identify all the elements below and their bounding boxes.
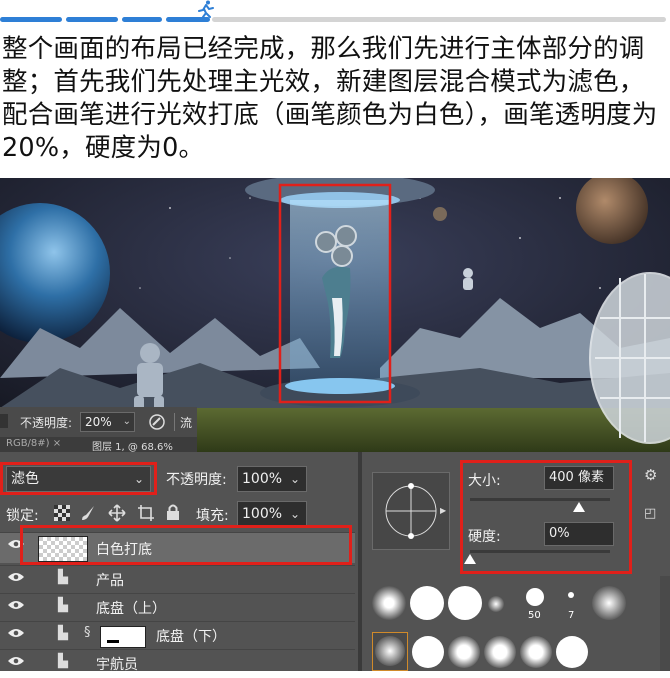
- brush-preset-hard[interactable]: [410, 586, 444, 620]
- scrollbar[interactable]: [660, 576, 670, 671]
- layer-name: 底盘（下）: [156, 629, 226, 645]
- lock-icon[interactable]: [166, 504, 180, 521]
- smart-object-icon: ▙: [58, 626, 68, 641]
- brush-presets-row: 50 7: [372, 580, 632, 626]
- brush-angle-icon: [385, 483, 437, 539]
- progress-segment: [0, 17, 62, 22]
- document-tab-strip: RGB/8#) × 图层 1, @ 68.6%: [0, 437, 197, 453]
- highlight-box: [0, 462, 157, 495]
- new-preset-icon[interactable]: ◰: [644, 506, 656, 521]
- fill-value: 100%: [242, 506, 283, 522]
- highlight-box: [460, 460, 632, 574]
- layer-opacity-label: 不透明度:: [166, 472, 227, 488]
- options-bar-edge: [0, 414, 8, 428]
- eye-icon[interactable]: [8, 628, 24, 638]
- flip-arrow-icon[interactable]: ▶: [440, 506, 446, 515]
- highlight-box: [20, 525, 352, 565]
- smart-object-icon: ▙: [58, 570, 68, 585]
- eye-icon[interactable]: [8, 656, 24, 666]
- brush-preset-size: 50: [528, 610, 541, 621]
- fill-label: 填充:: [196, 508, 229, 524]
- brush-preset-soft[interactable]: [592, 586, 626, 620]
- chevron-down-icon: ⌄: [289, 507, 300, 521]
- tool-options-bar: 不透明度: 20% ⌄ 流: [0, 407, 197, 437]
- runner-icon: [198, 0, 214, 18]
- options-flow-label: 流: [180, 416, 193, 430]
- chevron-down-icon: ⌄: [122, 416, 131, 427]
- photoshop-panels: 滤色 ⌄ 不透明度: 100% ⌄ 锁定: 填充: 100% ⌄ 白色打底 ▙ …: [0, 452, 670, 673]
- brush-angle-preview[interactable]: [372, 472, 450, 550]
- brush-preset-hard[interactable]: [556, 636, 588, 668]
- layer-name: 底盘（上）: [96, 601, 166, 617]
- layer-row[interactable]: ▙ 产品: [0, 565, 355, 594]
- link-icon: §: [84, 625, 91, 640]
- progress-remaining: [212, 17, 666, 22]
- layer-mask-thumbnail[interactable]: [100, 626, 146, 648]
- options-opacity-field[interactable]: 20% ⌄: [80, 412, 135, 432]
- document-tab[interactable]: 图层 1, @ 68.6%: [92, 438, 173, 453]
- instruction-paragraph: 整个画面的布局已经完成，那么我们先进行主体部分的调整；首先我们先处理主光效，新建…: [2, 34, 658, 163]
- divider: [174, 413, 175, 431]
- eye-icon[interactable]: [8, 572, 24, 582]
- brush-preset-hard[interactable]: [568, 592, 574, 598]
- airbrush-icon[interactable]: [148, 413, 166, 431]
- eye-icon[interactable]: [8, 600, 24, 610]
- brush-preset-hard[interactable]: [448, 586, 482, 620]
- options-opacity-value: 20%: [85, 415, 112, 429]
- brush-preset-size: 7: [568, 610, 575, 621]
- layer-row[interactable]: ▙ 宇航员: [0, 649, 355, 678]
- brush-preset-selected[interactable]: [372, 632, 408, 671]
- progress-bar: [0, 0, 670, 26]
- artboard-lock-icon[interactable]: [138, 505, 154, 521]
- layer-row[interactable]: ▙ § 底盘（下）: [0, 621, 355, 650]
- layer-opacity-value: 100%: [242, 471, 283, 487]
- progress-segment: [66, 17, 118, 22]
- smart-object-icon: ▙: [58, 654, 68, 669]
- layer-row[interactable]: ▙ 底盘（上）: [0, 593, 355, 622]
- lock-label: 锁定:: [6, 508, 39, 524]
- gear-icon[interactable]: ⚙: [644, 466, 657, 484]
- brush-preset-panel: ▶ 大小: 400 像素 硬度: 0% ⚙ ◰ 50 7: [362, 452, 670, 671]
- layer-name: 产品: [96, 573, 124, 589]
- brush-preset-hard[interactable]: [412, 636, 444, 668]
- brush-preset-soft[interactable]: [372, 586, 406, 620]
- brush-preset-soft[interactable]: [448, 636, 480, 668]
- brush-presets-row: [372, 632, 632, 671]
- chevron-down-icon: ⌄: [289, 472, 300, 486]
- layers-panel: 滤色 ⌄ 不透明度: 100% ⌄ 锁定: 填充: 100% ⌄ 白色打底 ▙ …: [0, 452, 358, 673]
- brush-preset-soft[interactable]: [484, 636, 516, 668]
- progress-segment: [122, 17, 162, 22]
- brush-preset-soft[interactable]: [488, 596, 504, 612]
- options-opacity-label: 不透明度:: [20, 416, 73, 430]
- smart-object-icon: ▙: [58, 598, 68, 613]
- brush-preset-soft: [375, 636, 405, 666]
- layer-name: 宇航员: [96, 657, 138, 673]
- brush-lock-icon[interactable]: [80, 505, 96, 521]
- document-tab[interactable]: RGB/8#) ×: [6, 438, 61, 449]
- fill-field[interactable]: 100% ⌄: [237, 501, 307, 527]
- lock-transparent-pixels-icon[interactable]: [54, 505, 70, 521]
- brush-preset-hard[interactable]: [526, 588, 544, 606]
- brush-preset-soft[interactable]: [520, 636, 552, 668]
- layer-opacity-field[interactable]: 100% ⌄: [237, 466, 307, 492]
- move-lock-icon[interactable]: [108, 504, 126, 522]
